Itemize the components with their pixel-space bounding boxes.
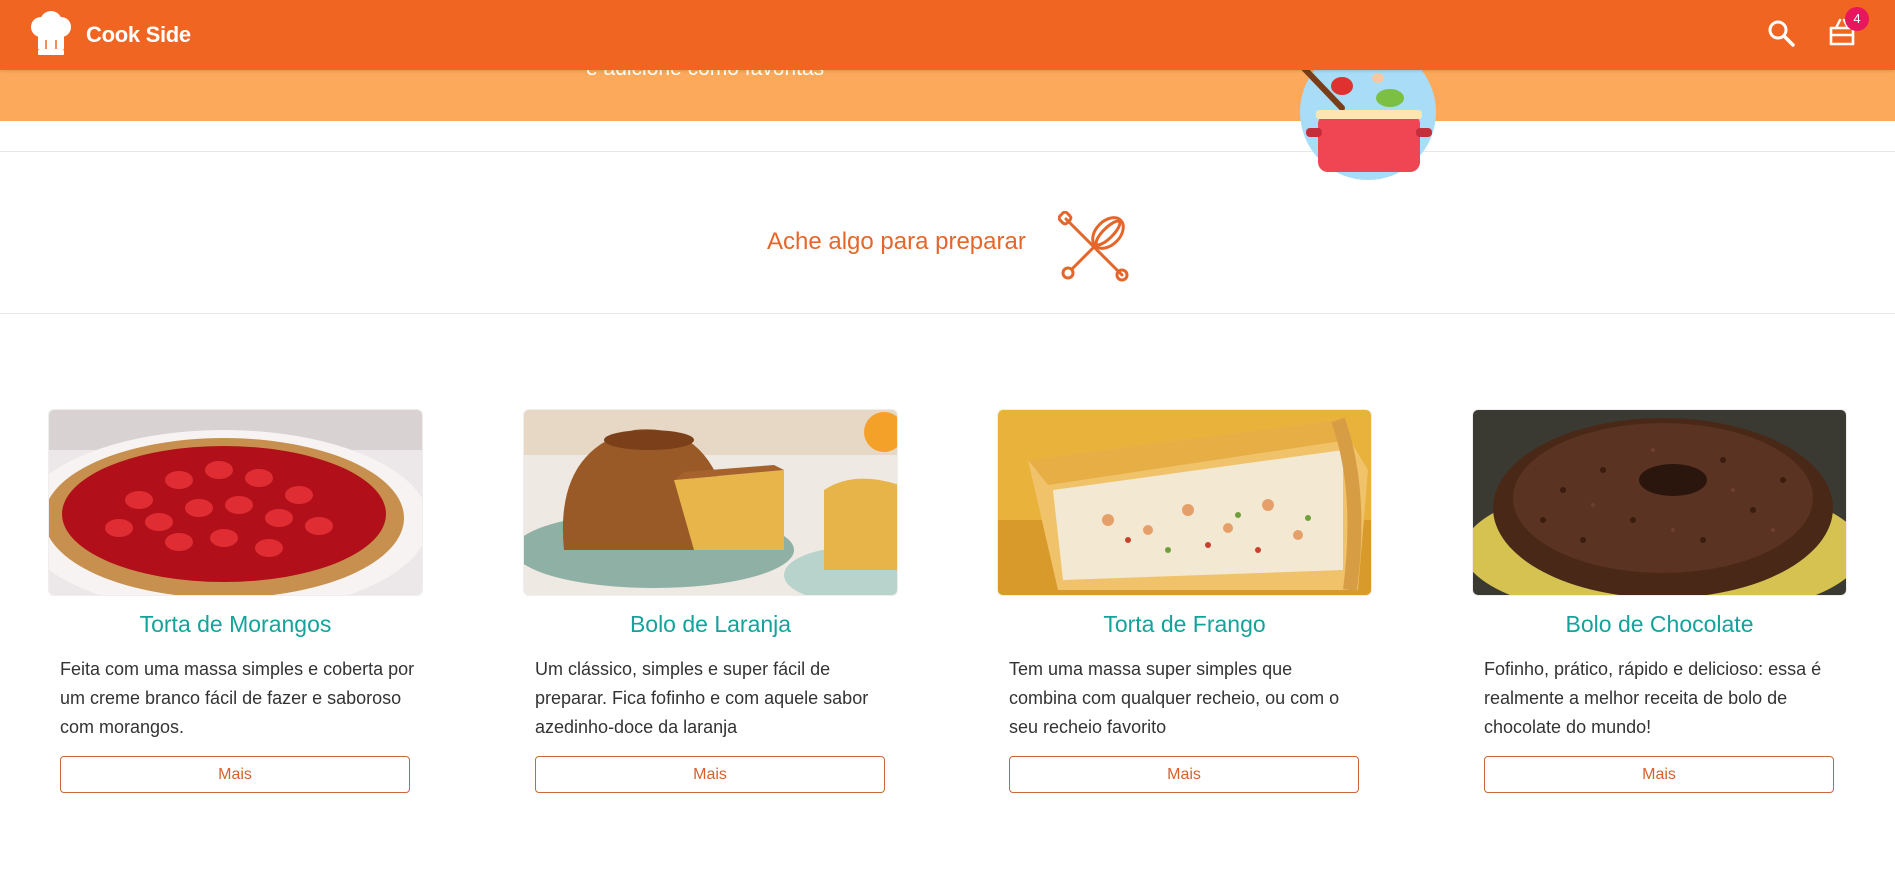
brand-title: Cook Side [86,22,191,47]
search-icon[interactable] [1766,18,1796,48]
more-button[interactable]: Mais [60,756,410,793]
whisk-rolling-pin-icon [1057,210,1130,283]
brand-link[interactable]: Cook Side [28,10,191,60]
strawberry-tart-photo [48,409,423,596]
hero-banner: e adicione como favoritas [0,70,1895,121]
hero-subtitle: e adicione como favoritas [586,70,824,81]
recipe-card: Bolo de Chocolate Fofinho, prático, rápi… [1472,409,1847,794]
chicken-pie-photo [997,409,1372,596]
card-description: Tem uma massa super simples que combina … [1009,659,1340,737]
divider [0,313,1895,314]
cooking-pot-icon [1295,36,1441,180]
card-title[interactable]: Torta de Morangos [48,611,423,638]
card-description: Um clássico, simples e super fácil de pr… [535,659,869,737]
recipe-card: Torta de Morangos Feita com uma massa si… [48,409,423,794]
chocolate-cake-photo [1472,409,1847,596]
more-button[interactable]: Mais [535,756,885,793]
find-title: Ache algo para preparar [767,228,1026,255]
card-title[interactable]: Bolo de Chocolate [1472,611,1847,638]
recipe-card: Torta de Frango Tem uma massa super simp… [997,409,1372,794]
chef-hat-icon [28,10,74,61]
card-title[interactable]: Bolo de Laranja [523,611,898,638]
cart-count-badge: 4 [1845,7,1869,31]
find-section: Ache algo para preparar [0,200,1895,288]
card-description: Fofinho, prático, rápido e delicioso: es… [1484,659,1822,737]
divider [0,151,1895,152]
more-button[interactable]: Mais [1484,756,1834,793]
card-title[interactable]: Torta de Frango [997,611,1372,638]
orange-cake-photo [523,409,898,596]
more-button[interactable]: Mais [1009,756,1359,793]
card-description: Feita com uma massa simples e coberta po… [60,659,415,737]
recipe-card: Bolo de Laranja Um clássico, simples e s… [523,409,898,794]
top-navbar: Cook Side 4 [0,0,1895,70]
